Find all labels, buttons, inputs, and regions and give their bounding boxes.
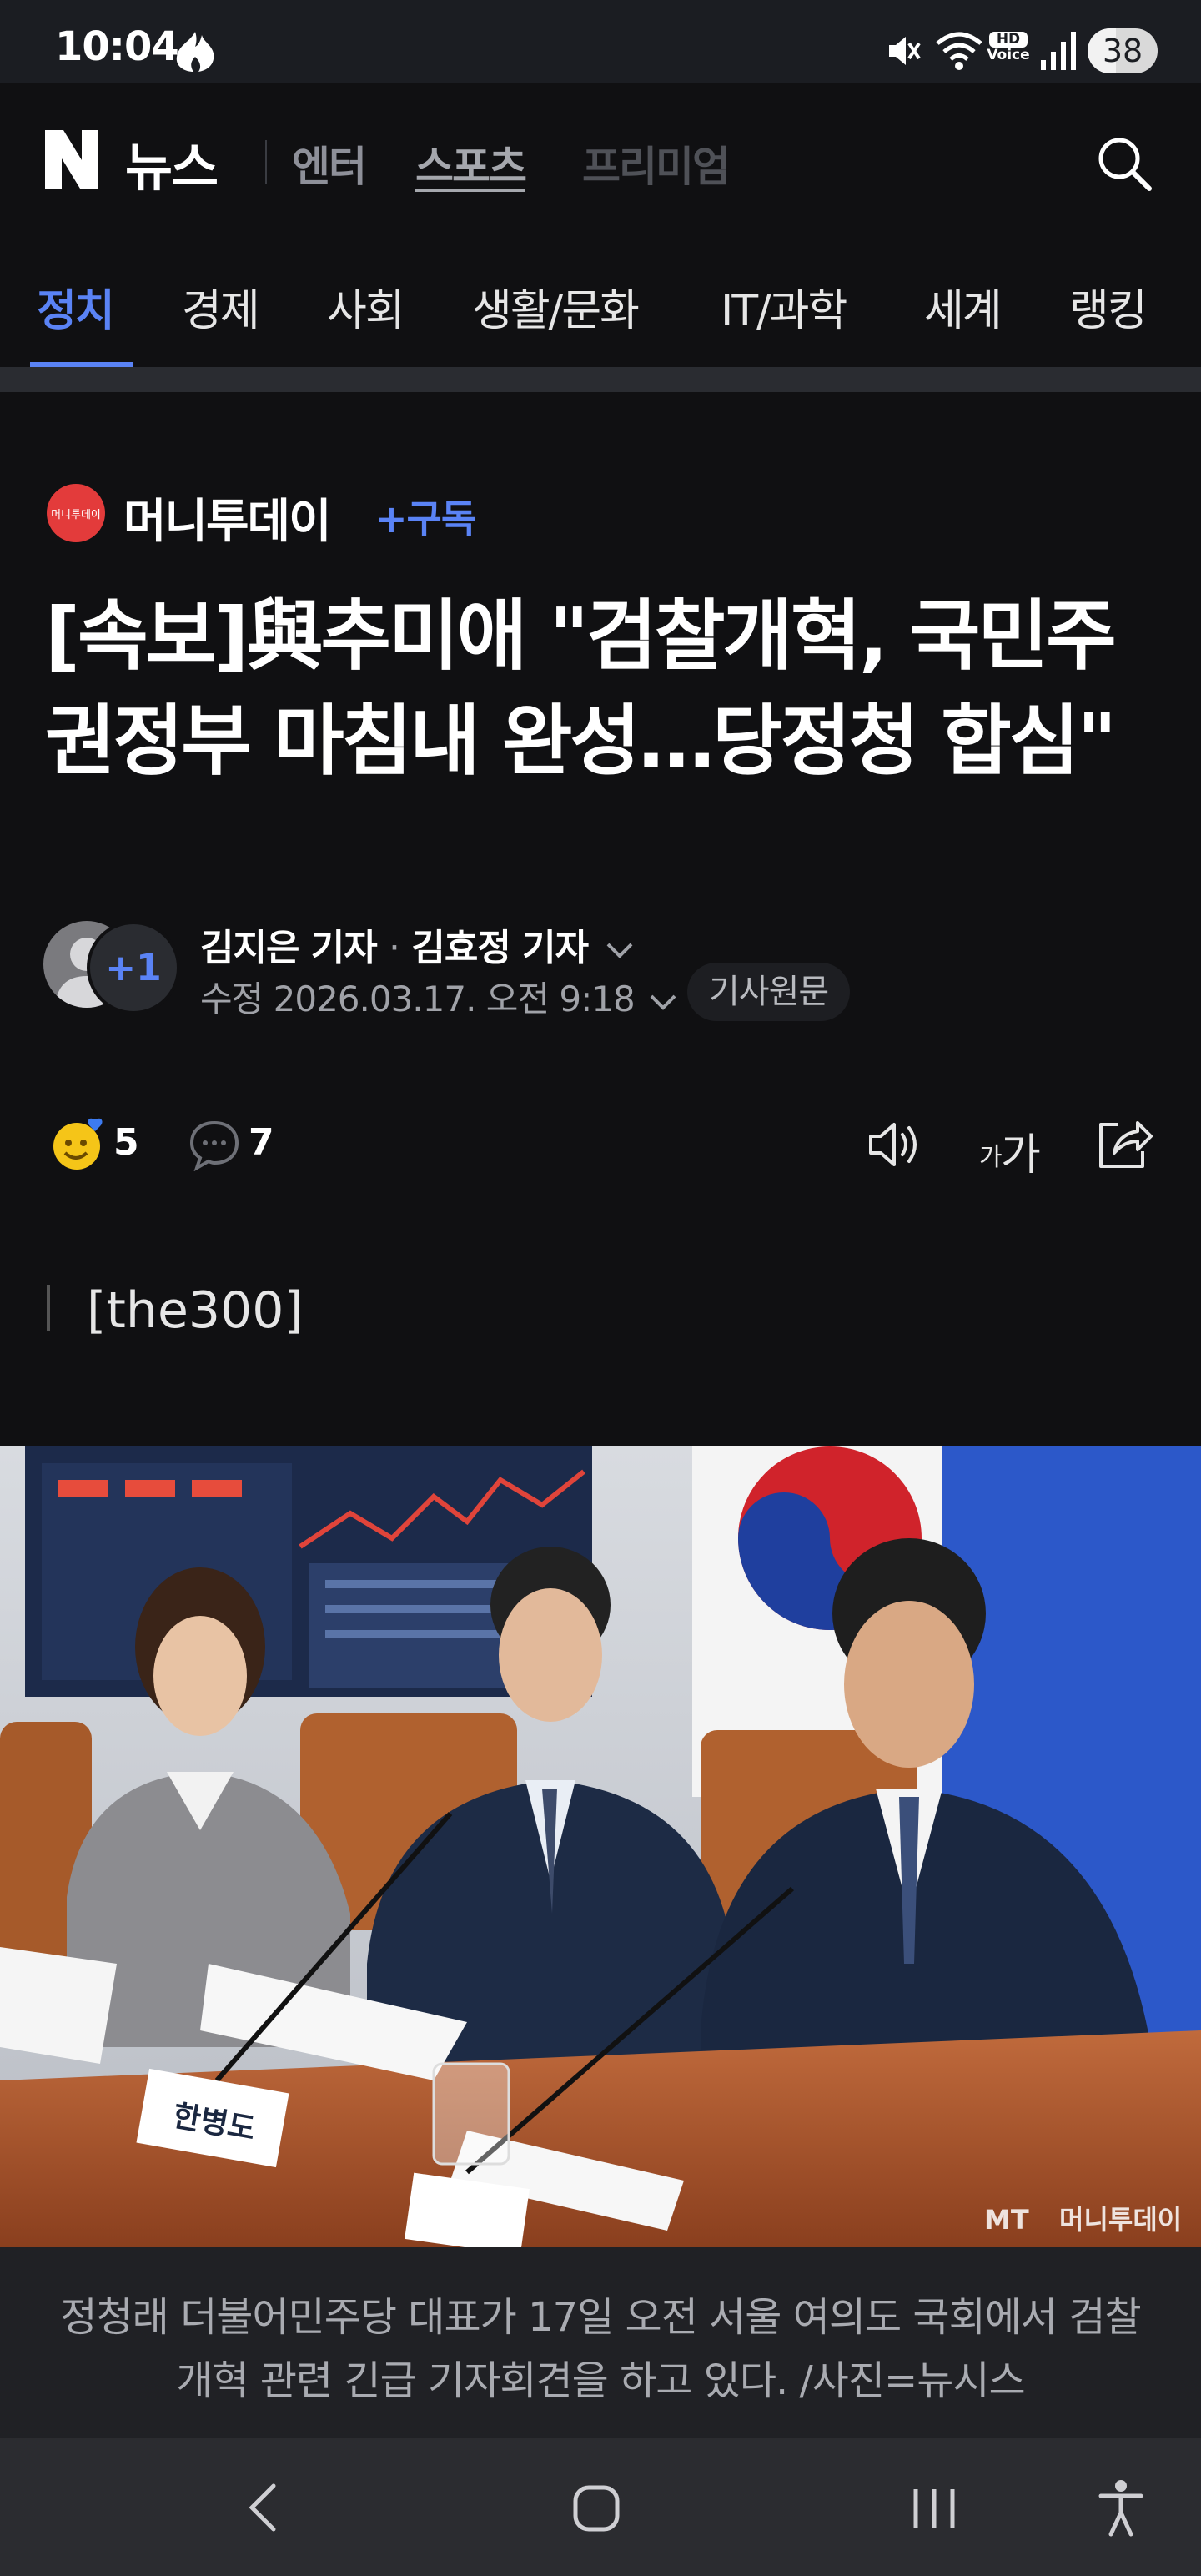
voice-label: Voice (987, 47, 1030, 63)
recent-apps-icon[interactable] (909, 2484, 959, 2533)
tab-it-science[interactable]: IT/과학 (721, 275, 847, 338)
press-name[interactable]: 머니투데이 (123, 484, 332, 551)
font-size-button[interactable]: 가 가 (979, 1114, 1051, 1180)
search-icon[interactable] (1093, 132, 1156, 195)
flame-icon (176, 32, 214, 72)
article-quote: [the300] (87, 1281, 304, 1340)
photo-watermark: MT (984, 2204, 1029, 2236)
back-icon[interactable] (242, 2481, 284, 2534)
naver-n-logo[interactable] (42, 127, 102, 192)
modified-date-text: 수정 2026.03.17. 오전 9:18 (200, 979, 636, 1019)
top-nav-entertainment[interactable]: 엔터 (292, 133, 367, 194)
smile-reaction-icon[interactable] (52, 1118, 105, 1171)
press-conference-photo: 한병도 MT 머니투데이 (0, 1446, 1201, 2247)
subscribe-button[interactable]: +구독 (375, 489, 476, 544)
chevron-down-icon[interactable] (648, 991, 678, 1013)
more-reporters-badge[interactable]: +1 (87, 921, 180, 1014)
reporter-2[interactable]: 김효정 기자 (411, 927, 589, 969)
battery-icon: 38 (1088, 28, 1158, 73)
hd-voice-icon: HD Voice (986, 32, 1031, 70)
original-article-button[interactable]: 기사원문 (687, 963, 851, 1021)
tab-economy[interactable]: 경제 (182, 275, 260, 338)
mute-icon (889, 37, 921, 65)
modified-date[interactable]: 수정 2026.03.17. 오전 9:18 (200, 971, 678, 1022)
reporter-1[interactable]: 김지은 기자 (200, 927, 378, 969)
tab-politics[interactable]: 정치 (37, 275, 115, 338)
reporter-names[interactable]: 김지은 기자 · 김효정 기자 (200, 918, 635, 971)
reporter-separator: · (389, 927, 400, 969)
comment-icon[interactable] (187, 1118, 242, 1171)
header-divider (265, 140, 267, 184)
status-time: 10:04 (55, 23, 179, 70)
quote-bar (47, 1285, 50, 1331)
font-size-small-label: 가 (979, 1143, 1003, 1172)
logo-news-text[interactable]: 뉴스 (125, 125, 219, 200)
home-icon[interactable] (572, 2484, 621, 2533)
accessibility-icon[interactable] (1098, 2478, 1144, 2538)
header-divider-bar (0, 367, 1201, 392)
wifi-icon (936, 32, 982, 70)
speaker-icon[interactable] (864, 1114, 924, 1175)
tab-life-culture[interactable]: 생활/문화 (472, 275, 640, 338)
photo-watermark-brand: 머니투데이 (1059, 2204, 1182, 2236)
article-headline: [속보]與추미애 "검찰개혁, 국민주권정부 마침내 완성…당정청 합심" (45, 591, 1117, 786)
top-nav-sports[interactable]: 스포츠 (415, 133, 527, 194)
article-photo[interactable]: 한병도 MT 머니투데이 (0, 1446, 1201, 2247)
tab-society[interactable]: 사회 (327, 275, 405, 338)
battery-level: 38 (1102, 33, 1143, 69)
photo-caption: 정청래 더불어민주당 대표가 17일 오전 서울 여의도 국회에서 검찰개혁 관… (60, 2294, 1141, 2404)
reaction-count: 5 (113, 1121, 139, 1164)
hd-label: HD (989, 32, 1028, 48)
tab-world[interactable]: 세계 (924, 275, 1003, 338)
comment-count: 7 (249, 1121, 274, 1164)
top-nav-premium[interactable]: 프리미엄 (582, 133, 731, 194)
press-logo[interactable]: 머니투데이 (47, 484, 105, 542)
chevron-down-icon[interactable] (605, 939, 635, 961)
tab-ranking[interactable]: 랭킹 (1069, 275, 1148, 338)
font-size-large-label: 가 (1001, 1130, 1041, 1180)
signal-icon (1041, 32, 1076, 70)
share-icon[interactable] (1093, 1111, 1156, 1175)
